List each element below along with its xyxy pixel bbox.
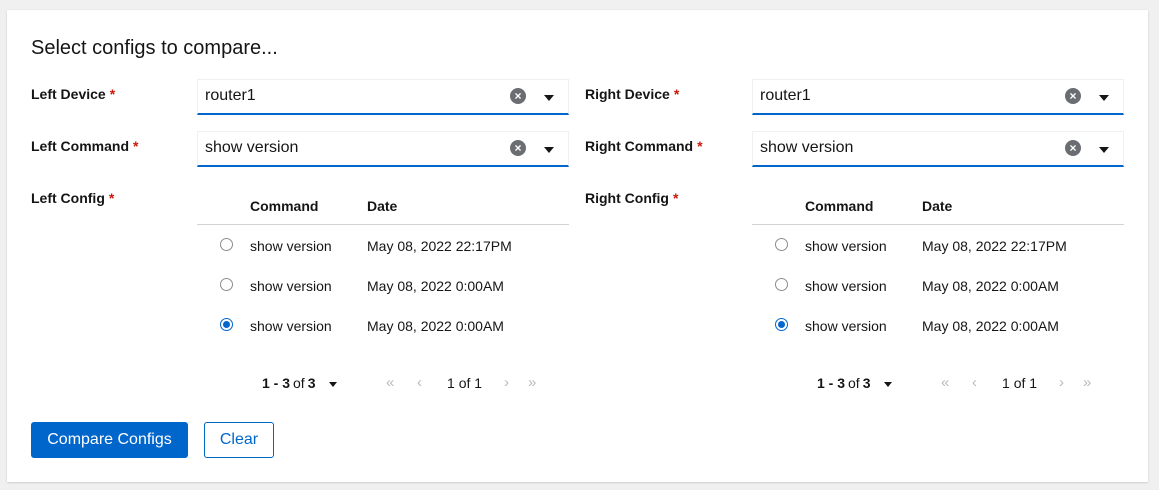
angle-right-icon[interactable]: ›: [504, 374, 509, 391]
right-config-table: Command Date show version May 08, 2022 2…: [752, 181, 1124, 345]
compare-card: Select configs to compare... Left Device…: [7, 10, 1148, 482]
angle-double-left-icon[interactable]: «: [941, 374, 949, 391]
left-config-table: Command Date show version May 08, 2022 2…: [197, 181, 569, 345]
required-marker: *: [108, 190, 115, 206]
left-command-select[interactable]: show version ×: [197, 131, 569, 167]
page-title: Select configs to compare...: [31, 37, 278, 59]
angle-right-icon[interactable]: ›: [1059, 374, 1064, 391]
right-command-select[interactable]: show version ×: [752, 131, 1124, 167]
right-pagination: 1 - 3 of 3 « ‹ 1 of 1 › »: [817, 374, 1117, 395]
column-header-date: Date: [922, 198, 953, 214]
row-command: show version: [805, 278, 887, 294]
angle-double-right-icon[interactable]: »: [1083, 374, 1091, 391]
caret-down-icon[interactable]: [884, 382, 892, 387]
table-row[interactable]: show version May 08, 2022 0:00AM: [197, 265, 569, 305]
angle-left-icon[interactable]: ‹: [972, 374, 977, 391]
right-command-value: show version: [760, 139, 854, 156]
pagination-page: 1 of 1: [447, 375, 483, 391]
row-date: May 08, 2022 22:17PM: [922, 238, 1067, 254]
column-header-command: Command: [805, 198, 874, 214]
compare-configs-button[interactable]: Compare Configs: [31, 422, 188, 458]
row-date: May 08, 2022 0:00AM: [367, 318, 504, 334]
column-header-date: Date: [367, 198, 398, 214]
right-config-label: Right Config *: [585, 190, 679, 206]
required-marker: *: [673, 86, 680, 102]
row-command: show version: [250, 278, 332, 294]
left-device-select[interactable]: router1 ×: [197, 79, 569, 115]
row-command: show version: [805, 238, 887, 254]
left-pagination: 1 - 3 of 3 « ‹ 1 of 1 › »: [262, 374, 562, 395]
row-command: show version: [250, 238, 332, 254]
required-marker: *: [672, 190, 679, 206]
left-command-label: Left Command *: [31, 138, 139, 154]
right-command-label: Right Command *: [585, 138, 703, 154]
row-radio[interactable]: [775, 238, 788, 251]
pagination-range[interactable]: 1 - 3 of 3: [262, 375, 316, 391]
caret-down-icon[interactable]: [544, 147, 554, 153]
left-command-value: show version: [205, 139, 299, 156]
caret-down-icon[interactable]: [1099, 95, 1109, 101]
table-row[interactable]: show version May 08, 2022 0:00AM: [197, 305, 569, 345]
left-device-label: Left Device *: [31, 86, 116, 102]
left-config-label: Left Config *: [31, 190, 115, 206]
caret-down-icon[interactable]: [544, 95, 554, 101]
row-command: show version: [805, 318, 887, 334]
table-row[interactable]: show version May 08, 2022 22:17PM: [197, 225, 569, 265]
right-device-label: Right Device *: [585, 86, 680, 102]
table-row[interactable]: show version May 08, 2022 0:00AM: [752, 265, 1124, 305]
row-date: May 08, 2022 22:17PM: [367, 238, 512, 254]
table-header: Command Date: [197, 181, 569, 225]
caret-down-icon[interactable]: [329, 382, 337, 387]
row-command: show version: [250, 318, 332, 334]
angle-double-right-icon[interactable]: »: [528, 374, 536, 391]
row-date: May 08, 2022 0:00AM: [922, 278, 1059, 294]
row-radio[interactable]: [220, 278, 233, 291]
caret-down-icon[interactable]: [1099, 147, 1109, 153]
table-header: Command Date: [752, 181, 1124, 225]
column-header-command: Command: [250, 198, 319, 214]
right-device-select[interactable]: router1 ×: [752, 79, 1124, 115]
row-radio[interactable]: [775, 278, 788, 291]
times-circle-icon[interactable]: ×: [1065, 88, 1081, 104]
left-device-value: router1: [205, 87, 256, 104]
table-row[interactable]: show version May 08, 2022 0:00AM: [752, 305, 1124, 345]
times-circle-icon[interactable]: ×: [1065, 140, 1081, 156]
row-date: May 08, 2022 0:00AM: [922, 318, 1059, 334]
row-date: May 08, 2022 0:00AM: [367, 278, 504, 294]
clear-button[interactable]: Clear: [204, 422, 274, 458]
table-row[interactable]: show version May 08, 2022 22:17PM: [752, 225, 1124, 265]
required-marker: *: [109, 86, 116, 102]
row-radio[interactable]: [220, 238, 233, 251]
angle-left-icon[interactable]: ‹: [417, 374, 422, 391]
required-marker: *: [697, 138, 703, 154]
times-circle-icon[interactable]: ×: [510, 88, 526, 104]
pagination-page: 1 of 1: [1002, 375, 1038, 391]
right-device-value: router1: [760, 87, 811, 104]
times-circle-icon[interactable]: ×: [510, 140, 526, 156]
row-radio-selected[interactable]: [220, 318, 233, 331]
required-marker: *: [133, 138, 139, 154]
row-radio-selected[interactable]: [775, 318, 788, 331]
pagination-range[interactable]: 1 - 3 of 3: [817, 375, 871, 391]
angle-double-left-icon[interactable]: «: [386, 374, 394, 391]
